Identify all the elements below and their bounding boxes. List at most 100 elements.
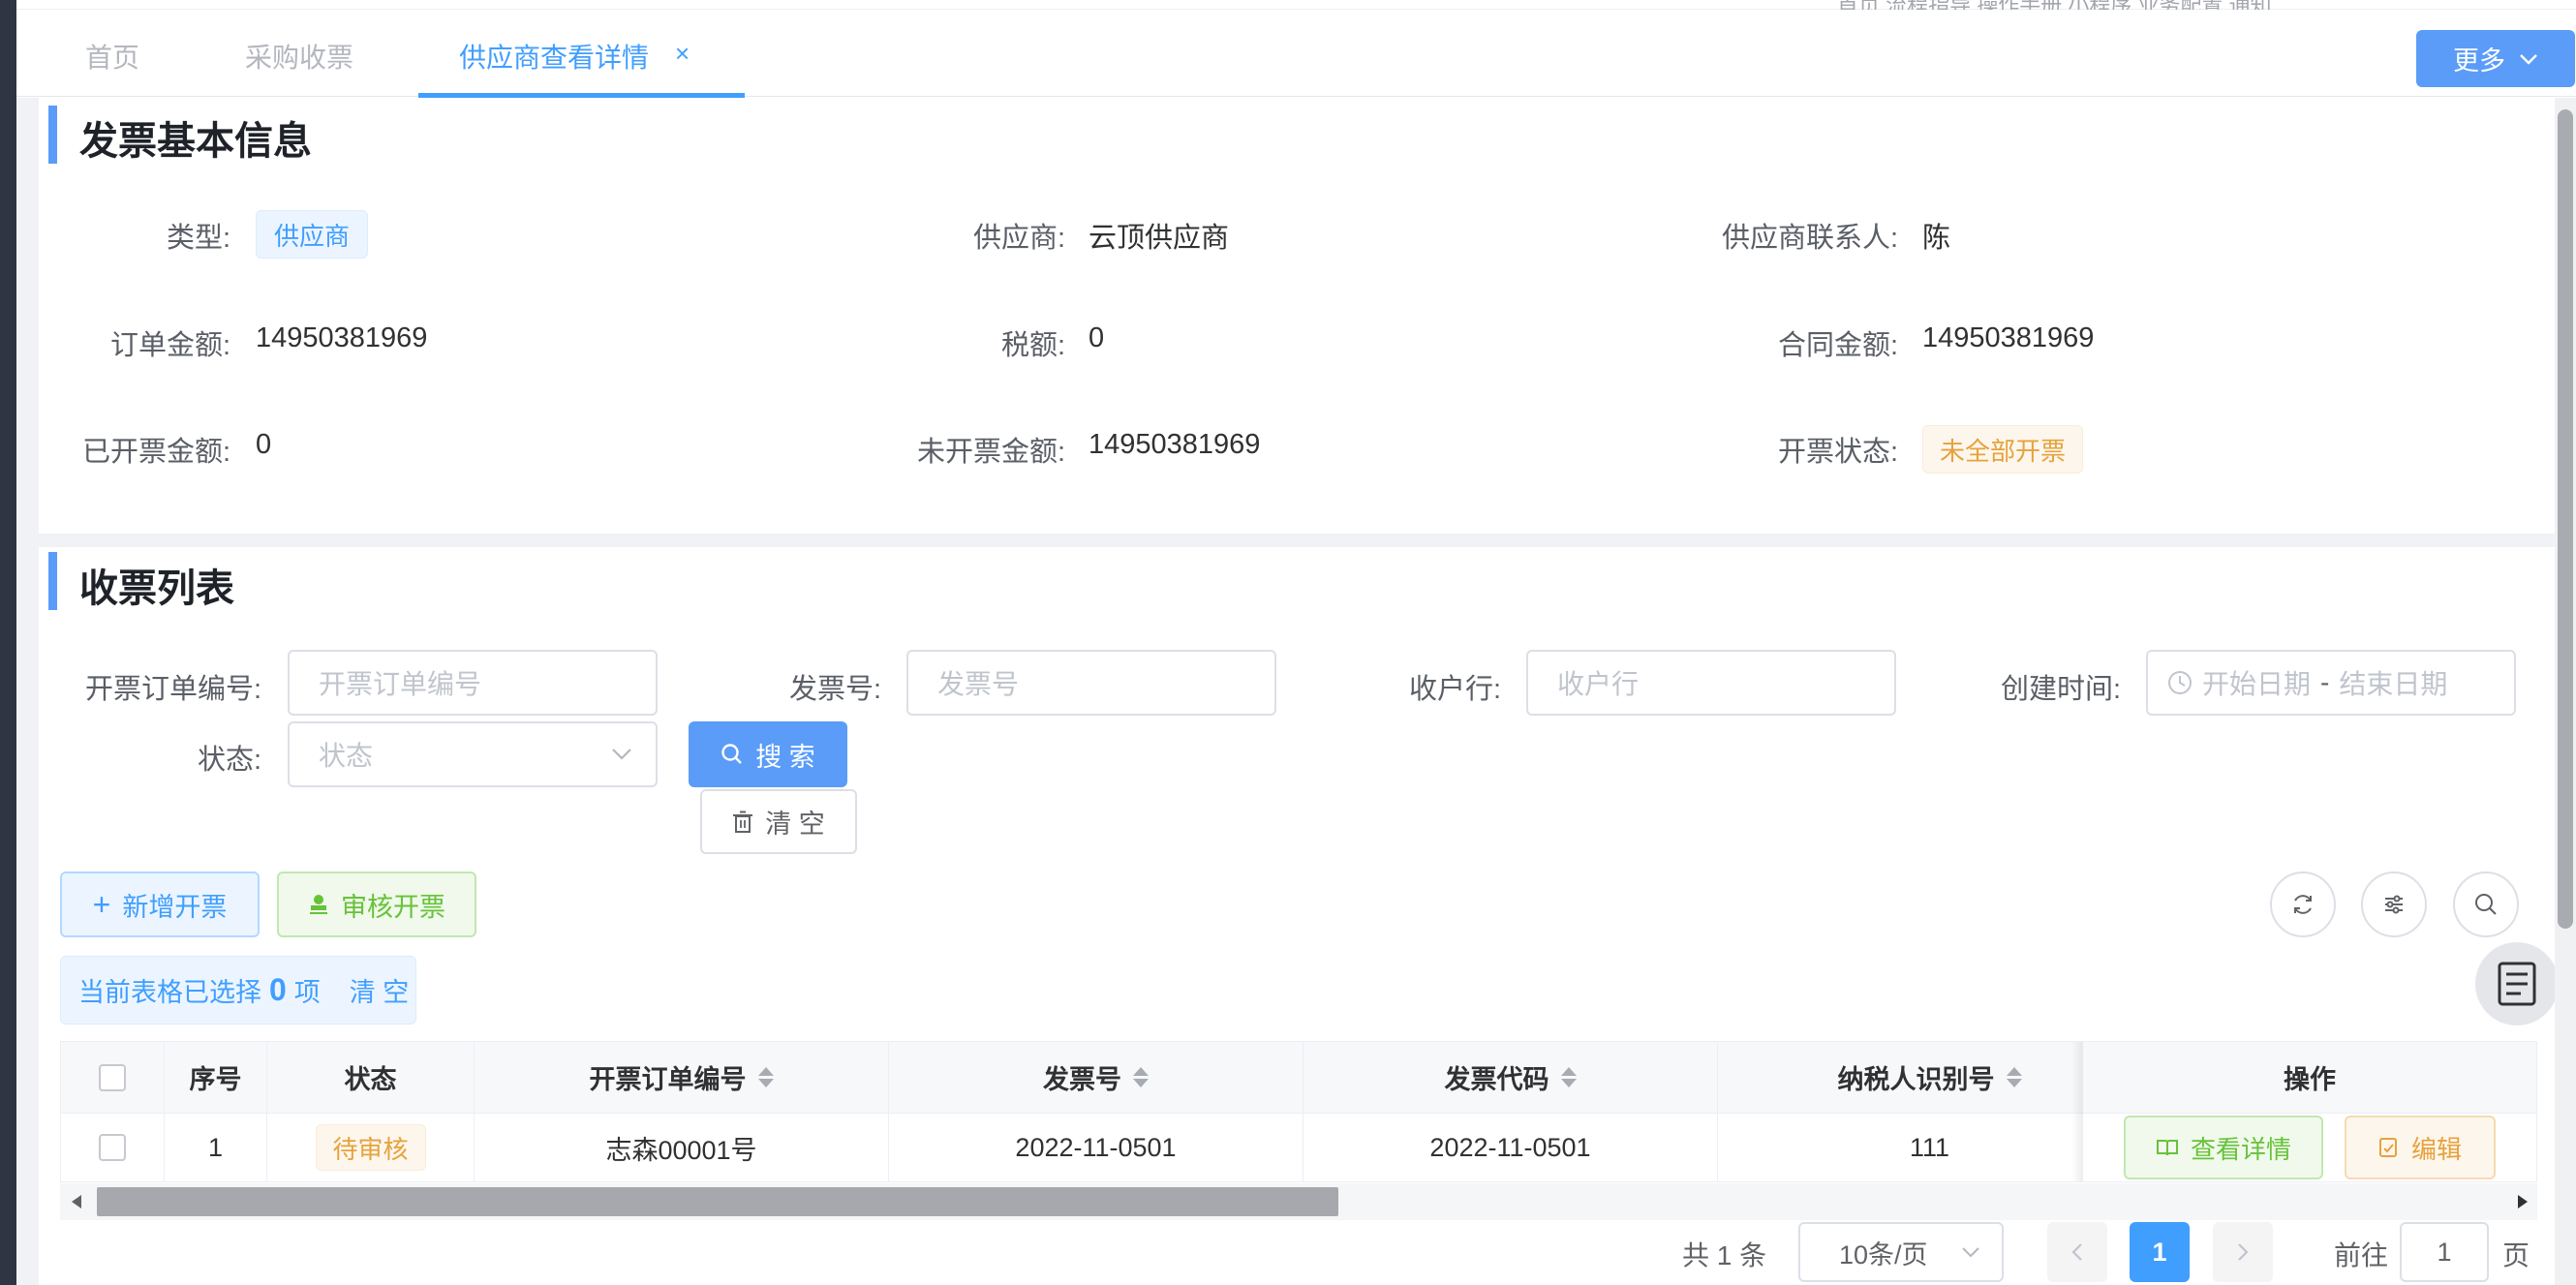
goto-prefix: 前往 bbox=[2334, 1240, 2389, 1270]
tab-supplier-detail[interactable]: 供应商查看详情 bbox=[459, 37, 649, 76]
toggle-search-button[interactable] bbox=[2453, 872, 2519, 937]
status-select[interactable]: 状态 bbox=[288, 721, 658, 787]
cell-status: 待审核 bbox=[267, 1114, 475, 1181]
bank-input[interactable]: 收户行 bbox=[1526, 650, 1896, 716]
field-value-supplier: 云顶供应商 bbox=[1089, 223, 1230, 254]
search-button[interactable]: 搜 索 bbox=[689, 721, 847, 787]
bank-placeholder: 收户行 bbox=[1557, 669, 1640, 699]
page-1-button[interactable]: 1 bbox=[2130, 1222, 2190, 1282]
select-all-checkbox[interactable] bbox=[99, 1063, 126, 1091]
receipt-table: 序号 状态 开票订单编号 发票号 发票代码 纳税人识别号 操作 1 待审核 志森… bbox=[60, 1041, 2537, 1182]
filter-label-status: 状态: bbox=[197, 745, 261, 776]
horizontal-scroll-thumb[interactable] bbox=[97, 1187, 1338, 1216]
plus-icon: + bbox=[92, 887, 111, 922]
column-header-invoice-no-label: 发票号 bbox=[1043, 1065, 1121, 1094]
column-header-taxpayer-id-label: 纳税人识别号 bbox=[1837, 1065, 1995, 1094]
field-label-type: 类型: bbox=[166, 223, 230, 254]
view-detail-label: 查看详情 bbox=[2190, 1134, 2291, 1164]
invoice-info-title: 发票基本信息 bbox=[79, 120, 312, 163]
column-settings-button[interactable] bbox=[2361, 872, 2427, 937]
left-sidebar-edge bbox=[0, 0, 16, 1285]
book-open-icon bbox=[2156, 1140, 2178, 1156]
field-label-tax: 税额: bbox=[1000, 330, 1065, 361]
field-value-contract-amount: 14950381969 bbox=[1922, 322, 2095, 353]
sliders-icon bbox=[2385, 895, 2403, 914]
date-start-placeholder: 开始日期 bbox=[2202, 669, 2312, 699]
audit-invoice-button[interactable]: 审核开票 bbox=[277, 872, 476, 937]
trash-icon bbox=[733, 811, 753, 833]
prev-page-button[interactable] bbox=[2047, 1222, 2107, 1282]
column-header-index: 序号 bbox=[165, 1042, 267, 1114]
selection-prefix: 当前表格已选择 bbox=[78, 978, 261, 1007]
edit-icon bbox=[2378, 1138, 2397, 1157]
receipt-list-title: 收票列表 bbox=[79, 567, 234, 610]
column-header-order-no-label: 开票订单编号 bbox=[589, 1065, 747, 1094]
page-size-select[interactable]: 10条/页 bbox=[1798, 1222, 2004, 1282]
pagination-total: 共 1 条 bbox=[1682, 1240, 1767, 1270]
tab-close-icon[interactable]: × bbox=[675, 39, 690, 69]
chevron-right-icon bbox=[2238, 1243, 2249, 1261]
filter-label-invoice-no: 发票号: bbox=[788, 674, 881, 705]
field-value-uninvoiced-amount: 14950381969 bbox=[1089, 429, 1261, 460]
audit-invoice-label: 审核开票 bbox=[341, 892, 445, 922]
column-header-status: 状态 bbox=[267, 1042, 475, 1114]
section-accent-bar bbox=[48, 106, 57, 164]
next-page-button[interactable] bbox=[2213, 1222, 2273, 1282]
column-header-invoice-no[interactable]: 发票号 bbox=[889, 1042, 1303, 1114]
order-no-placeholder: 开票订单编号 bbox=[319, 669, 482, 699]
section-accent-bar bbox=[48, 552, 57, 610]
cell-invoice-no: 2022-11-0501 bbox=[889, 1114, 1303, 1181]
add-invoice-button[interactable]: + 新增开票 bbox=[60, 872, 260, 937]
row-checkbox[interactable] bbox=[99, 1134, 126, 1161]
cell-index: 1 bbox=[165, 1114, 267, 1181]
top-header-edge: 首页 流程指导 操作手册 小程序 业务配置 通知 bbox=[16, 0, 2576, 17]
sort-icon[interactable] bbox=[757, 1067, 774, 1087]
more-button[interactable]: 更多 bbox=[2416, 30, 2575, 87]
order-no-input[interactable]: 开票订单编号 bbox=[288, 650, 658, 716]
column-header-index-label: 序号 bbox=[189, 1065, 242, 1094]
header-select-all bbox=[61, 1042, 165, 1114]
scroll-right-icon[interactable] bbox=[2516, 1194, 2530, 1209]
table-horizontal-scrollbar[interactable] bbox=[60, 1183, 2537, 1220]
column-header-invoice-code[interactable]: 发票代码 bbox=[1303, 1042, 1718, 1114]
chevron-left-icon bbox=[2071, 1243, 2082, 1261]
view-detail-button[interactable]: 查看详情 bbox=[2124, 1116, 2323, 1179]
more-button-label: 更多 bbox=[2453, 46, 2505, 76]
invoice-no-input[interactable]: 发票号 bbox=[906, 650, 1276, 716]
invoice-info-card: 发票基本信息 类型: 供应商 供应商: 云顶供应商 订单金额: 14950381… bbox=[39, 98, 2555, 534]
sort-icon[interactable] bbox=[2006, 1067, 2022, 1087]
status-tag: 待审核 bbox=[315, 1124, 426, 1171]
search-icon bbox=[2475, 894, 2497, 915]
field-label-order-amount: 订单金额: bbox=[109, 330, 230, 361]
refresh-button[interactable] bbox=[2270, 872, 2336, 937]
refresh-icon bbox=[2294, 895, 2312, 914]
row-select-cell bbox=[61, 1114, 165, 1181]
clear-filters-button[interactable]: 清 空 bbox=[700, 789, 857, 854]
selection-suffix: 项 bbox=[293, 978, 321, 1007]
goto-page-input[interactable]: 1 bbox=[2400, 1222, 2489, 1282]
column-header-actions-label: 操作 bbox=[2284, 1065, 2336, 1094]
chevron-down-icon bbox=[2520, 53, 2537, 65]
tab-home[interactable]: 首页 bbox=[85, 37, 139, 76]
scroll-left-icon[interactable] bbox=[70, 1194, 83, 1209]
sort-icon[interactable] bbox=[1133, 1067, 1149, 1087]
cell-invoice-code: 2022-11-0501 bbox=[1303, 1114, 1718, 1181]
field-label-invoice-status: 开票状态: bbox=[1777, 437, 1898, 468]
edit-button[interactable]: 编辑 bbox=[2345, 1116, 2496, 1179]
column-header-status-label: 状态 bbox=[344, 1065, 397, 1094]
fixed-column-shadow bbox=[2071, 1042, 2083, 1181]
goto-suffix: 页 bbox=[2502, 1240, 2530, 1270]
tab-bar: 首页 采购收票 供应商查看详情 × 更多 bbox=[16, 10, 2576, 98]
stamp-icon bbox=[310, 895, 327, 914]
vertical-scroll-thumb[interactable] bbox=[2558, 109, 2573, 929]
created-date-range[interactable]: 开始日期 - 结束日期 bbox=[2146, 650, 2516, 716]
floating-document-button[interactable] bbox=[2475, 942, 2559, 1025]
column-header-order-no[interactable]: 开票订单编号 bbox=[475, 1042, 889, 1114]
page-vertical-scrollbar[interactable] bbox=[2555, 98, 2576, 1285]
field-value-tax: 0 bbox=[1089, 322, 1105, 353]
tab-purchase-receipt[interactable]: 采购收票 bbox=[245, 37, 353, 76]
clear-selection-link[interactable]: 清 空 bbox=[350, 971, 410, 1009]
column-header-invoice-code-label: 发票代码 bbox=[1444, 1065, 1549, 1094]
sort-icon[interactable] bbox=[1560, 1067, 1577, 1087]
edit-label: 编辑 bbox=[2410, 1134, 2462, 1164]
